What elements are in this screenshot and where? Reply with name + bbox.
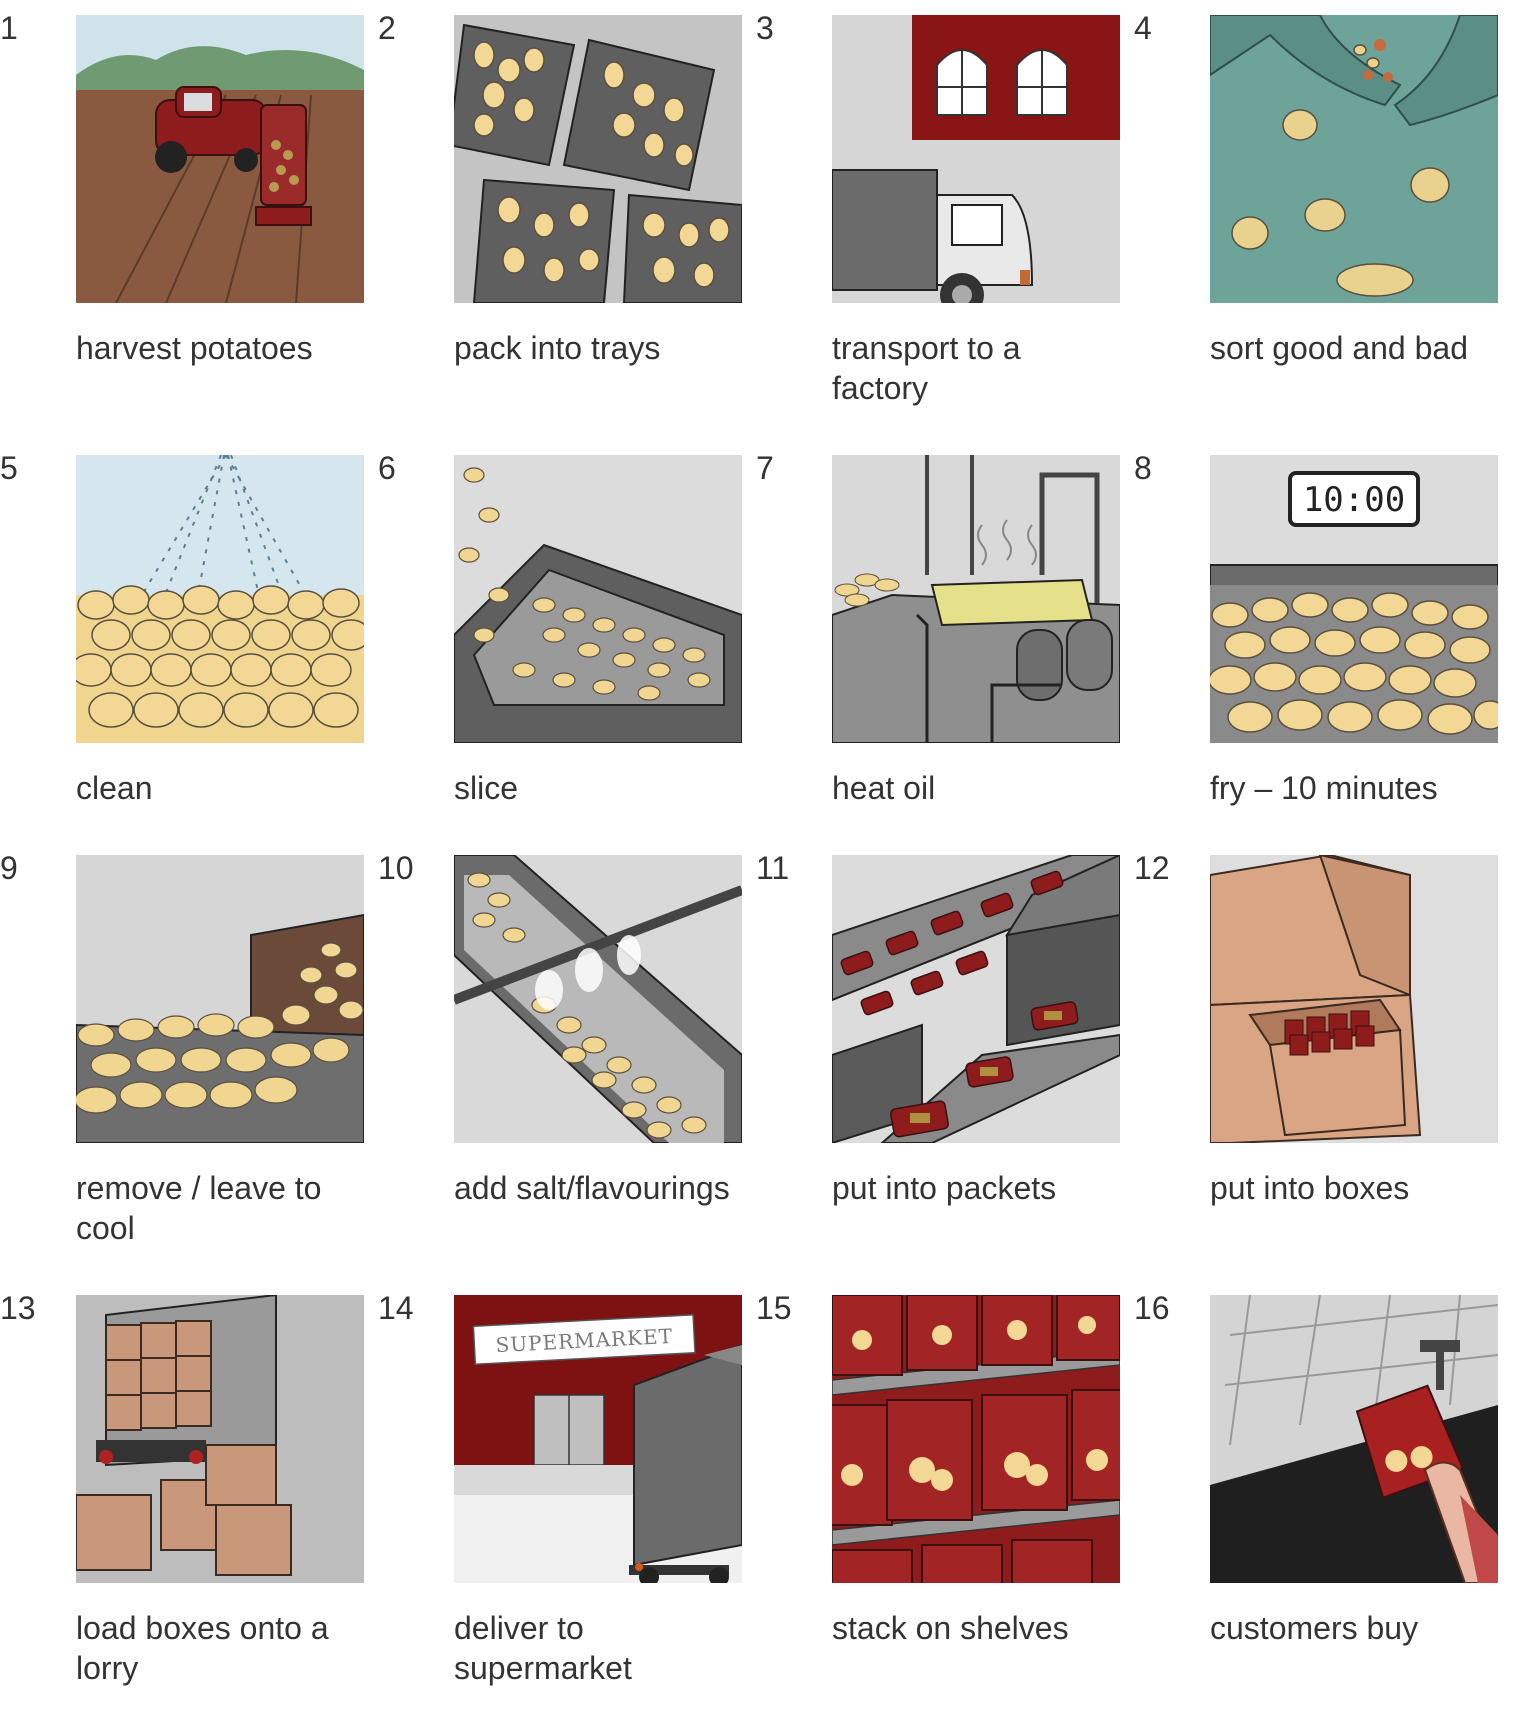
step-number: 5 bbox=[0, 450, 18, 486]
salting-illustration bbox=[454, 855, 742, 1143]
step-number: 10 bbox=[378, 850, 414, 886]
step-caption: pack into trays bbox=[454, 330, 661, 366]
step-number: 16 bbox=[1134, 1290, 1170, 1326]
step-13: 13 load boxes onto a lorry bbox=[0, 1280, 376, 1720]
cooling-illustration bbox=[76, 855, 364, 1143]
step-4: 4 sort good and bad bbox=[1134, 0, 1510, 440]
trays-illustration bbox=[454, 15, 742, 303]
harvest-illustration bbox=[76, 15, 364, 303]
step-number: 12 bbox=[1134, 850, 1170, 886]
step-9: 9 remove / leave to cool bbox=[0, 840, 376, 1280]
step-caption: harvest potatoes bbox=[76, 330, 313, 366]
step-number: 14 bbox=[378, 1290, 414, 1326]
step-caption: clean bbox=[76, 770, 153, 806]
step-number: 8 bbox=[1134, 450, 1152, 486]
step-caption: load boxes onto a lorry bbox=[76, 1610, 329, 1686]
step-number: 9 bbox=[0, 850, 18, 886]
fryer-illustration bbox=[832, 455, 1120, 743]
step-caption: put into boxes bbox=[1210, 1170, 1410, 1206]
sorting-illustration bbox=[1210, 15, 1498, 303]
shelves-illustration bbox=[832, 1295, 1120, 1583]
step-3: 3 transport to a factory bbox=[756, 0, 1132, 440]
boxes-illustration bbox=[1210, 855, 1498, 1143]
truck-factory-illustration bbox=[832, 15, 1120, 303]
step-number: 4 bbox=[1134, 10, 1152, 46]
step-caption: stack on shelves bbox=[832, 1610, 1069, 1646]
step-caption: customers buy bbox=[1210, 1610, 1419, 1646]
step-6: 6 slice bbox=[378, 440, 754, 880]
step-8: 8 10:00 fry – 10 minutes bbox=[1134, 440, 1510, 880]
step-15: 15 stack on shelves bbox=[756, 1280, 1132, 1720]
step-number: 15 bbox=[756, 1290, 792, 1326]
loading-illustration bbox=[76, 1295, 364, 1583]
step-caption: transport to a factory bbox=[832, 330, 1021, 406]
step-caption: fry – 10 minutes bbox=[1210, 770, 1438, 806]
step-caption: remove / leave to cool bbox=[76, 1170, 322, 1246]
step-10: 10 add salt/flavourings bbox=[378, 840, 754, 1280]
step-number: 2 bbox=[378, 10, 396, 46]
step-2: 2 pack into trays bbox=[378, 0, 754, 440]
timer-display: 10:00 bbox=[1303, 480, 1405, 520]
step-caption: heat oil bbox=[832, 770, 936, 806]
step-number: 7 bbox=[756, 450, 774, 486]
packing-illustration bbox=[832, 855, 1120, 1143]
step-caption: put into packets bbox=[832, 1170, 1057, 1206]
step-number: 13 bbox=[0, 1290, 36, 1326]
step-caption: slice bbox=[454, 770, 519, 806]
slicing-illustration bbox=[454, 455, 742, 743]
step-number: 6 bbox=[378, 450, 396, 486]
step-caption: sort good and bad bbox=[1210, 330, 1468, 366]
step-caption: add salt/flavourings bbox=[454, 1170, 730, 1206]
step-5: 5 clean bbox=[0, 440, 376, 880]
washing-illustration bbox=[76, 455, 364, 743]
step-16: 16 customers buy bbox=[1134, 1280, 1510, 1720]
step-caption: deliver to supermarket bbox=[454, 1610, 632, 1686]
step-7: 7 heat oil bbox=[756, 440, 1132, 880]
step-12: 12 put into boxes bbox=[1134, 840, 1510, 1280]
step-14: 14 SUPERMARKET deliver to supermarket bbox=[378, 1280, 754, 1720]
step-11: 11 put into packets bbox=[756, 840, 1132, 1280]
checkout-illustration bbox=[1210, 1295, 1498, 1583]
step-number: 3 bbox=[756, 10, 774, 46]
frying-illustration: 10:00 bbox=[1210, 455, 1498, 743]
step-number: 1 bbox=[0, 10, 18, 46]
step-number: 11 bbox=[756, 850, 790, 886]
step-1: 1 harvest potatoes bbox=[0, 0, 376, 440]
delivery-illustration: SUPERMARKET bbox=[454, 1295, 742, 1583]
